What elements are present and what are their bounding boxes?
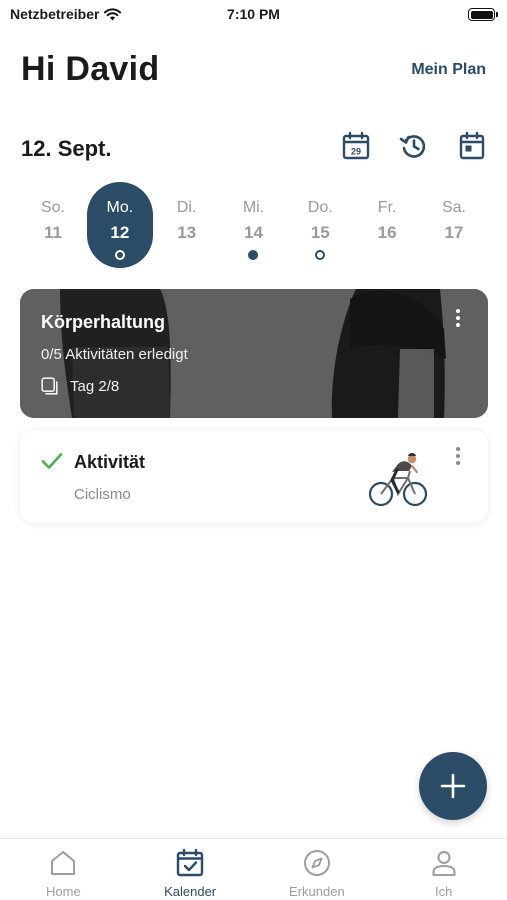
day-sunday[interactable]: So. 11 [20, 182, 86, 268]
day-name: Do. [307, 199, 333, 216]
day-number: 12 [110, 223, 130, 242]
status-time: 7:10 PM [227, 6, 280, 22]
day-number: 13 [177, 223, 197, 242]
day-monday-selected[interactable]: Mo. 12 [86, 182, 153, 268]
dot-icon [456, 461, 460, 465]
dot-icon [456, 454, 460, 458]
check-icon [41, 453, 63, 469]
day-number: 17 [444, 223, 464, 242]
day-number: 11 [44, 223, 62, 242]
dot-icon [456, 323, 460, 327]
history-button[interactable] [399, 131, 429, 161]
my-plan-link[interactable]: Mein Plan [411, 61, 486, 79]
day-name: Di. [176, 199, 197, 216]
tab-label: Home [46, 884, 81, 899]
cyclist-illustration [368, 453, 428, 507]
plan-card[interactable]: Körperhaltung 0/5 Aktivitäten erledigt T… [20, 289, 488, 418]
day-tuesday[interactable]: Di. 13 [154, 182, 220, 268]
day-wednesday[interactable]: Mi. 14 [220, 182, 286, 268]
day-number: 16 [377, 223, 397, 242]
activity-marker-done [248, 250, 259, 260]
day-name: Fr. [377, 199, 397, 216]
status-bar: Netzbetreiber 7:10 PM [0, 0, 507, 30]
tab-label: Erkunden [289, 884, 345, 899]
week-strip: So. 11 Mo. 12 Di. 13 Mi. 14 Do. 15 Fr. 1… [20, 182, 487, 268]
calendar-date-icon: 29 [342, 131, 370, 160]
history-icon [399, 135, 426, 158]
pages-icon [41, 377, 58, 395]
day-saturday[interactable]: Sa. 17 [421, 182, 487, 268]
dot-icon [456, 316, 460, 320]
plan-day-info: Tag 2/8 [41, 377, 119, 395]
tab-kalender[interactable]: Kalender [127, 839, 254, 900]
tab-erkunden[interactable]: Erkunden [254, 839, 381, 900]
calendar-date-button[interactable]: 29 [341, 131, 371, 161]
plan-title: Körperhaltung [41, 312, 165, 332]
day-thursday[interactable]: Do. 15 [287, 182, 353, 268]
tab-label: Ich [434, 884, 453, 899]
day-name: Mi. [242, 199, 265, 216]
calendar-today-icon [459, 131, 485, 160]
activity-title: Aktivität [74, 452, 146, 472]
activity-subtitle: Ciclismo [74, 486, 131, 503]
day-number: 14 [244, 223, 263, 242]
person-icon [432, 851, 456, 876]
dot-icon [456, 447, 460, 451]
calendar-today-button[interactable] [457, 131, 487, 161]
greeting-title: Hi David [21, 50, 160, 88]
activity-more-button[interactable] [448, 442, 468, 470]
dot-icon [456, 309, 460, 313]
activity-marker-open [114, 250, 125, 260]
day-number: 15 [310, 223, 330, 242]
calendar-badge-number: 29 [351, 147, 361, 157]
current-date: 12. Sept. [21, 136, 112, 161]
home-icon [51, 851, 76, 875]
activity-marker-open [315, 250, 326, 260]
tab-ich[interactable]: Ich [380, 839, 507, 900]
plan-progress: 0/5 Aktivitäten erledigt [41, 346, 188, 363]
day-name: So. [40, 199, 65, 216]
plan-day-label: Tag 2/8 [70, 377, 120, 395]
tab-home[interactable]: Home [0, 839, 127, 900]
plan-more-button[interactable] [448, 304, 468, 332]
day-friday[interactable]: Fr. 16 [354, 182, 420, 268]
tab-bar: Home Kalender Erkunden Ich [0, 838, 507, 900]
calendar-check-icon [176, 848, 204, 877]
activity-card[interactable]: Aktivität Ciclismo [20, 430, 488, 523]
compass-icon [303, 850, 330, 876]
day-name: Sa. [441, 199, 466, 216]
day-name: Mo. [106, 199, 134, 216]
add-button[interactable] [419, 752, 487, 820]
battery-icon [468, 8, 498, 21]
tab-label: Kalender [164, 884, 217, 899]
plus-icon [440, 773, 466, 799]
